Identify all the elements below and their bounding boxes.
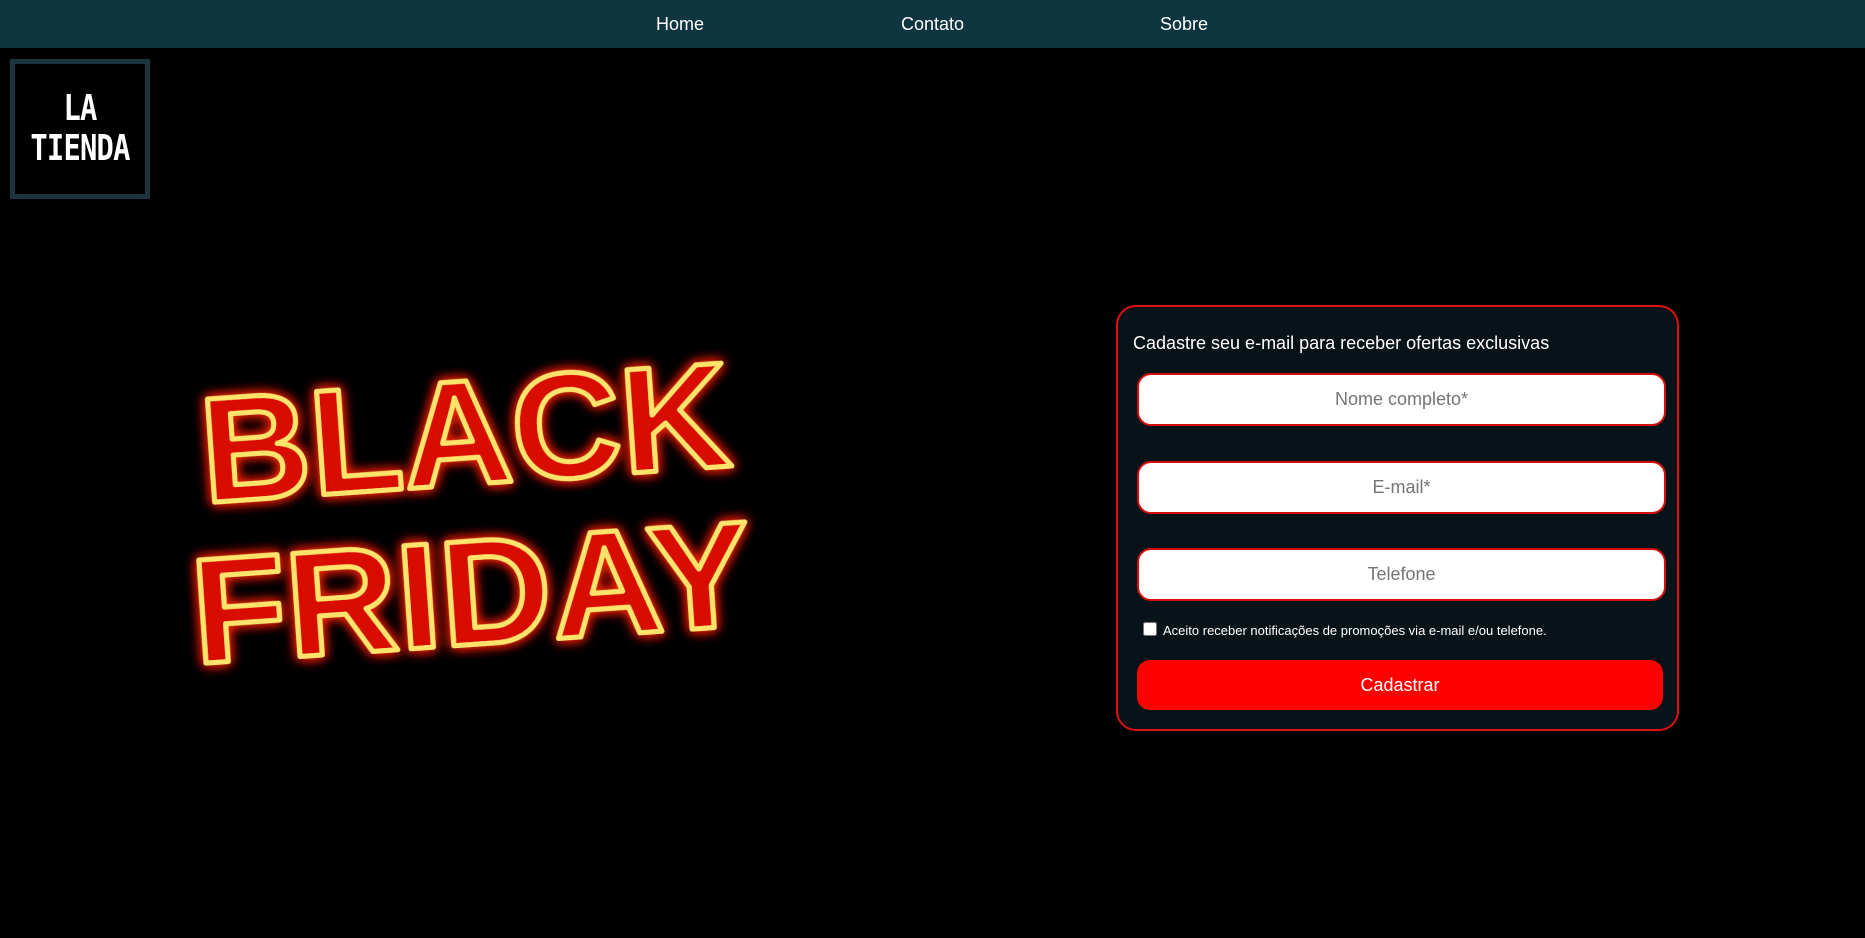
nav-link-sobre[interactable]: Sobre (1160, 0, 1208, 48)
consent-checkbox[interactable] (1143, 622, 1157, 636)
top-navbar: Home Contato Sobre (0, 0, 1865, 48)
store-logo[interactable]: LA TIENDA (10, 59, 150, 199)
phone-input[interactable] (1137, 548, 1666, 601)
signup-form-title: Cadastre seu e-mail para receber ofertas… (1133, 333, 1550, 353)
consent-label: Aceito receber notificações de promoções… (1163, 623, 1547, 638)
logo-text-line-2: TIENDA (30, 128, 130, 169)
full-name-input[interactable] (1137, 373, 1666, 426)
nav-link-contato[interactable]: Contato (901, 0, 964, 48)
nav-link-home[interactable]: Home (656, 0, 704, 48)
cadastrar-button[interactable]: Cadastrar (1137, 660, 1663, 710)
logo-text-line-1: LA (63, 88, 97, 129)
newsletter-signup-form: Cadastre seu e-mail para receber ofertas… (1116, 305, 1679, 731)
email-input[interactable] (1137, 461, 1666, 514)
black-friday-neon-banner: BLACK FRIDAY (184, 328, 759, 699)
